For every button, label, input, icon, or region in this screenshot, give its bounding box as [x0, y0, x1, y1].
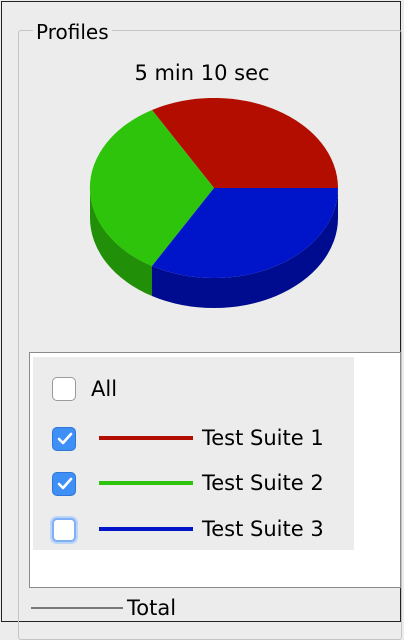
group-title: Profiles — [33, 19, 112, 45]
suite2-line-swatch — [99, 481, 193, 485]
total-label: Total — [127, 596, 177, 620]
all-checkbox[interactable] — [52, 377, 76, 401]
suite3-checkbox[interactable] — [52, 518, 76, 542]
suite1-line-swatch — [99, 436, 193, 440]
legend-list: All Test Suite 1 Test Suite 2 Test Suite… — [33, 357, 354, 550]
suite2-checkbox[interactable] — [52, 472, 76, 496]
suite1-checkbox[interactable] — [52, 427, 76, 451]
suite1-label: Test Suite 1 — [202, 426, 324, 450]
all-label: All — [91, 377, 118, 401]
suite3-line-swatch — [99, 527, 193, 531]
checkmark-icon — [57, 477, 73, 490]
suite3-label: Test Suite 3 — [202, 517, 324, 541]
checkmark-icon — [57, 432, 73, 445]
pie-chart — [89, 98, 339, 309]
total-line-swatch — [31, 607, 123, 609]
suite2-label: Test Suite 2 — [202, 471, 324, 495]
legend-panel: All Test Suite 1 Test Suite 2 Test Suite… — [29, 352, 401, 588]
pie-chart-title: 5 min 10 sec — [134, 61, 270, 85]
